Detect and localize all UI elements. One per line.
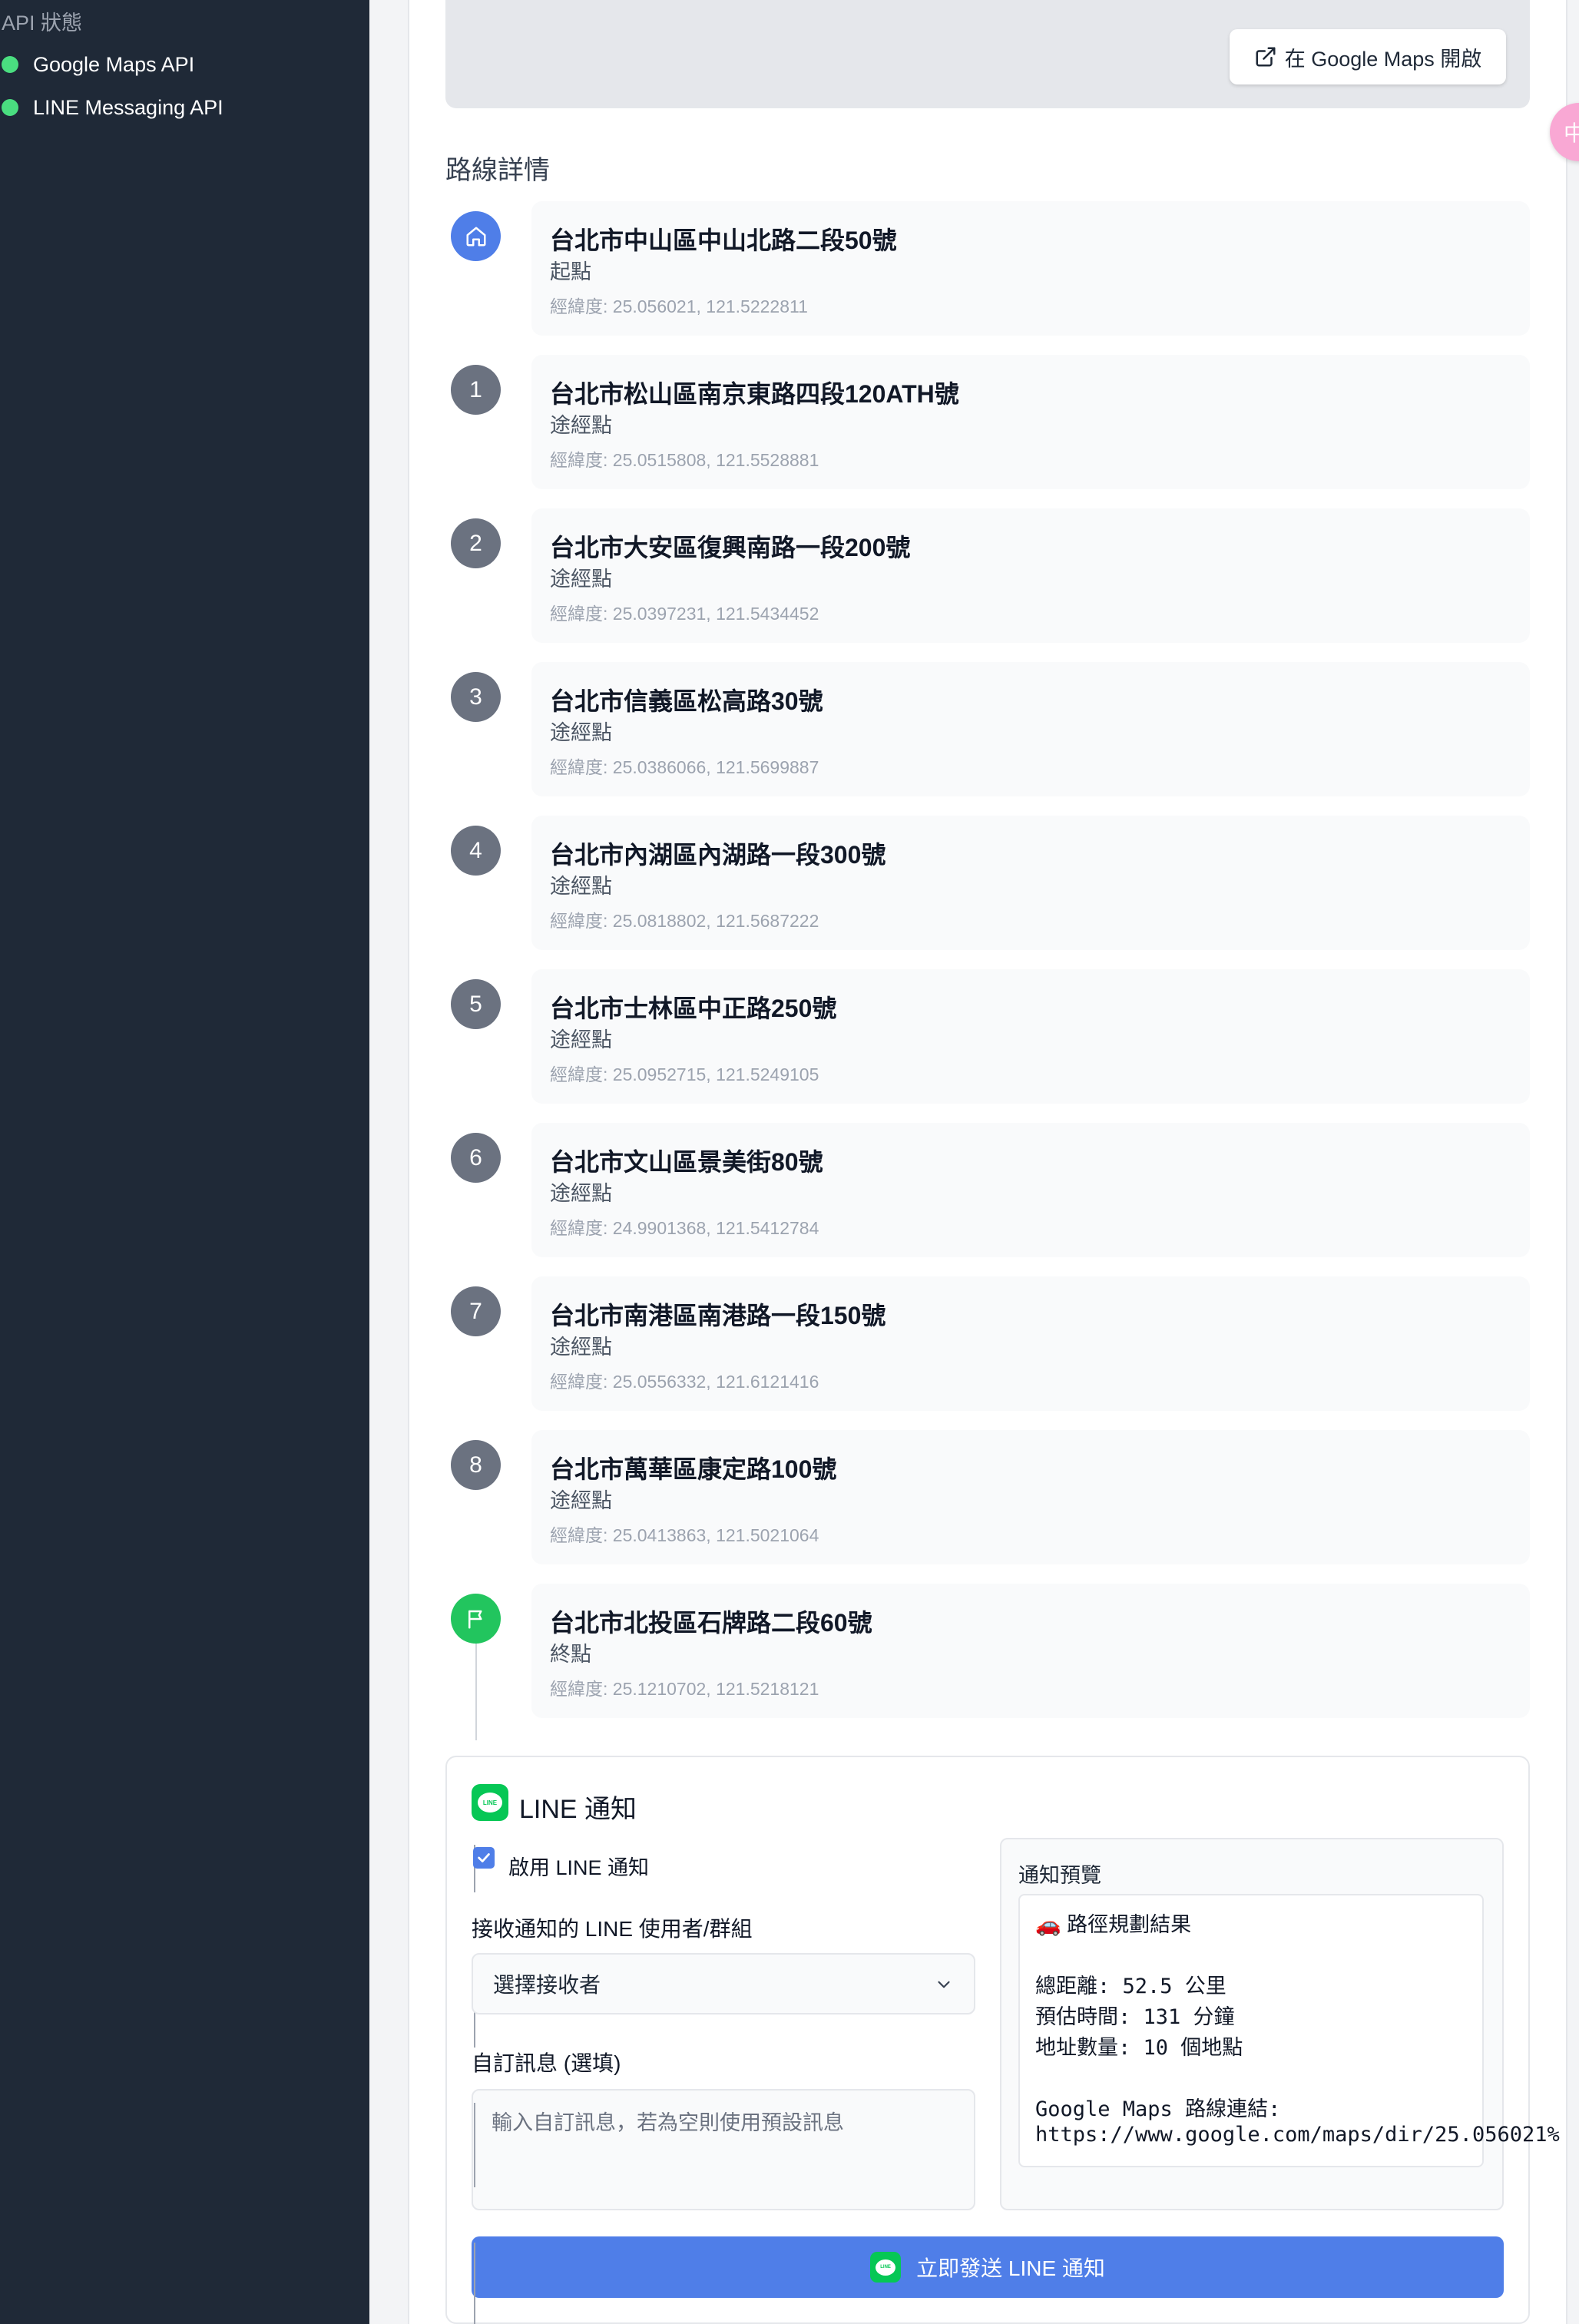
stop-number: 1	[469, 376, 482, 402]
stop-marker: 5	[451, 979, 501, 1029]
stop-number: 6	[469, 1144, 482, 1170]
stop-address: 台北市內湖區內湖路一段300號	[550, 841, 886, 869]
line-logo-icon: LINE	[472, 1784, 508, 1821]
sidebar-item-label: LINE Messaging API	[33, 95, 223, 119]
stop-marker: 6	[451, 1133, 501, 1183]
external-link-icon	[1256, 47, 1276, 67]
stop-address: 台北市松山區南京東路四段120ATH號	[550, 380, 959, 408]
stop-type: 途經點	[550, 1028, 612, 1051]
guide-line	[474, 2103, 475, 2187]
stop-coordinates: 經緯度: 24.9901368, 121.5412784	[550, 1218, 819, 1238]
stop-type: 途經點	[550, 721, 612, 744]
route-stop-card: 台北市中山區中山北路二段50號起點經緯度: 25.056021, 121.522…	[531, 201, 1530, 336]
stop-number: 4	[469, 837, 482, 863]
stop-type: 終點	[550, 1643, 591, 1666]
preview-line: 預估時間: 131 分鐘	[1035, 2005, 1235, 2029]
stop-number: 7	[469, 1298, 482, 1324]
stop-marker: 4	[451, 826, 501, 876]
stop-type: 起點	[550, 260, 591, 283]
stop-marker	[451, 1594, 501, 1644]
stop-marker: 1	[451, 365, 501, 415]
enable-line-notify-label[interactable]: 啟用 LINE 通知	[508, 1851, 649, 1881]
chevron-down-icon	[938, 1981, 950, 1988]
notification-preview-content: 🚗 路徑規劃結果 總距離: 52.5 公里 預估時間: 131 分鐘 地址數量:…	[1018, 1894, 1560, 2167]
sidebar-item-google-maps-api[interactable]: Google Maps API	[0, 48, 194, 81]
stop-number: 2	[469, 530, 482, 556]
stop-address: 台北市南港區南港路一段150號	[550, 1302, 886, 1329]
route-stop-card: 台北市南港區南港路一段150號途經點經緯度: 25.0556332, 121.6…	[531, 1276, 1530, 1411]
route-stop-card: 台北市大安區復興南路一段200號途經點經緯度: 25.0397231, 121.…	[531, 508, 1530, 643]
stop-coordinates: 經緯度: 25.0952715, 121.5249105	[550, 1064, 819, 1084]
stop-coordinates: 經緯度: 25.056021, 121.5222811	[550, 296, 808, 316]
stop-number: 5	[469, 991, 482, 1017]
stop-number: 8	[469, 1452, 482, 1478]
stop-marker: 8	[451, 1440, 501, 1490]
stop-type: 途經點	[550, 414, 612, 437]
sidebar: API 狀態 Google Maps API LINE Messaging AP…	[0, 0, 369, 2324]
recipient-select-value: 選擇接收者	[493, 1973, 601, 1997]
route-stop-card: 台北市北投區石牌路二段60號終點經緯度: 25.1210702, 121.521…	[531, 1584, 1530, 1718]
preview-line: 總距離: 52.5 公里	[1035, 1975, 1226, 1998]
send-line-notify-button[interactable]: LINE 立即發送 LINE 通知	[472, 2236, 1504, 2298]
open-in-google-maps-button[interactable]: 在 Google Maps 開啟	[1230, 29, 1506, 84]
line-logo-icon: LINE	[870, 2252, 902, 2283]
api-status-heading: API 狀態	[2, 12, 83, 35]
route-stop-card: 台北市文山區景美街80號途經點經緯度: 24.9901368, 121.5412…	[531, 1123, 1530, 1257]
line-notify-title: LINE 通知	[519, 1795, 637, 1824]
recipient-label: 接收通知的 LINE 使用者/群組	[472, 1917, 753, 1941]
route-stop-card: 台北市松山區南京東路四段120ATH號途經點經緯度: 25.0515808, 1…	[531, 355, 1530, 489]
notification-preview-label: 通知預覽	[1018, 1864, 1101, 1887]
timeline-connector	[475, 1644, 477, 1740]
status-dot-icon	[2, 99, 18, 116]
custom-message-label: 自訂訊息 (選填)	[472, 2051, 621, 2075]
route-stop-card: 台北市信義區松高路30號途經點經緯度: 25.0386066, 121.5699…	[531, 662, 1530, 796]
enable-line-notify-checkbox[interactable]	[473, 1847, 495, 1869]
route-stop-card: 台北市內湖區內湖路一段300號途經點經緯度: 25.0818802, 121.5…	[531, 816, 1530, 950]
stop-coordinates: 經緯度: 25.1210702, 121.5218121	[550, 1679, 819, 1699]
route-stop-card: 台北市士林區中正路250號途經點經緯度: 25.0952715, 121.524…	[531, 969, 1530, 1104]
stop-marker: 2	[451, 518, 501, 568]
preview-line: 🚗 路徑規劃結果	[1035, 1913, 1192, 1936]
stop-coordinates: 經緯度: 25.0413863, 121.5021064	[550, 1525, 819, 1545]
stop-type: 途經點	[550, 1182, 612, 1205]
route-details-title: 路線詳情	[445, 156, 550, 185]
stop-address: 台北市北投區石牌路二段60號	[550, 1609, 872, 1637]
stop-address: 台北市士林區中正路250號	[550, 995, 837, 1022]
stop-address: 台北市信義區松高路30號	[550, 687, 823, 715]
stop-coordinates: 經緯度: 25.0818802, 121.5687222	[550, 911, 819, 931]
send-line-notify-label: 立即發送 LINE 通知	[916, 2256, 1105, 2280]
stop-address: 台北市萬華區康定路100號	[550, 1455, 837, 1483]
guide-line	[474, 2243, 475, 2324]
stop-coordinates: 經緯度: 25.0386066, 121.5699887	[550, 757, 819, 777]
stop-type: 途經點	[550, 568, 612, 591]
stop-address: 台北市大安區復興南路一段200號	[550, 534, 911, 561]
flag-icon	[468, 1610, 482, 1628]
preview-line: 地址數量: 10 個地點	[1035, 2036, 1243, 2060]
home-icon	[466, 227, 485, 246]
route-stop-card: 台北市萬華區康定路100號途經點經緯度: 25.0413863, 121.502…	[531, 1430, 1530, 1564]
stop-number: 3	[469, 684, 482, 710]
stop-address: 台北市中山區中山北路二段50號	[550, 227, 897, 254]
preview-line: Google Maps 路線連結:	[1035, 2097, 1281, 2121]
stop-marker: 7	[451, 1286, 501, 1336]
open-in-google-maps-label: 在 Google Maps 開啟	[1284, 47, 1482, 71]
checkmark-icon	[478, 1853, 490, 1862]
sidebar-item-line-messaging-api[interactable]: LINE Messaging API	[0, 91, 223, 124]
stop-address: 台北市文山區景美街80號	[550, 1148, 823, 1176]
stop-type: 途經點	[550, 875, 612, 898]
stop-coordinates: 經緯度: 25.0397231, 121.5434452	[550, 604, 819, 624]
sidebar-item-label: Google Maps API	[33, 52, 195, 76]
preview-line: https://www.google.com/maps/dir/25.05602…	[1035, 2123, 1560, 2147]
stop-coordinates: 經緯度: 25.0515808, 121.5528881	[550, 450, 819, 470]
status-dot-icon	[2, 56, 18, 73]
recipient-select[interactable]: 選擇接收者	[472, 1953, 975, 2014]
stop-coordinates: 經緯度: 25.0556332, 121.6121416	[550, 1372, 819, 1392]
custom-message-input[interactable]	[472, 2089, 975, 2210]
stop-marker	[451, 211, 501, 261]
stop-type: 途經點	[550, 1336, 612, 1359]
stop-marker: 3	[451, 672, 501, 722]
stop-type: 途經點	[550, 1489, 612, 1512]
